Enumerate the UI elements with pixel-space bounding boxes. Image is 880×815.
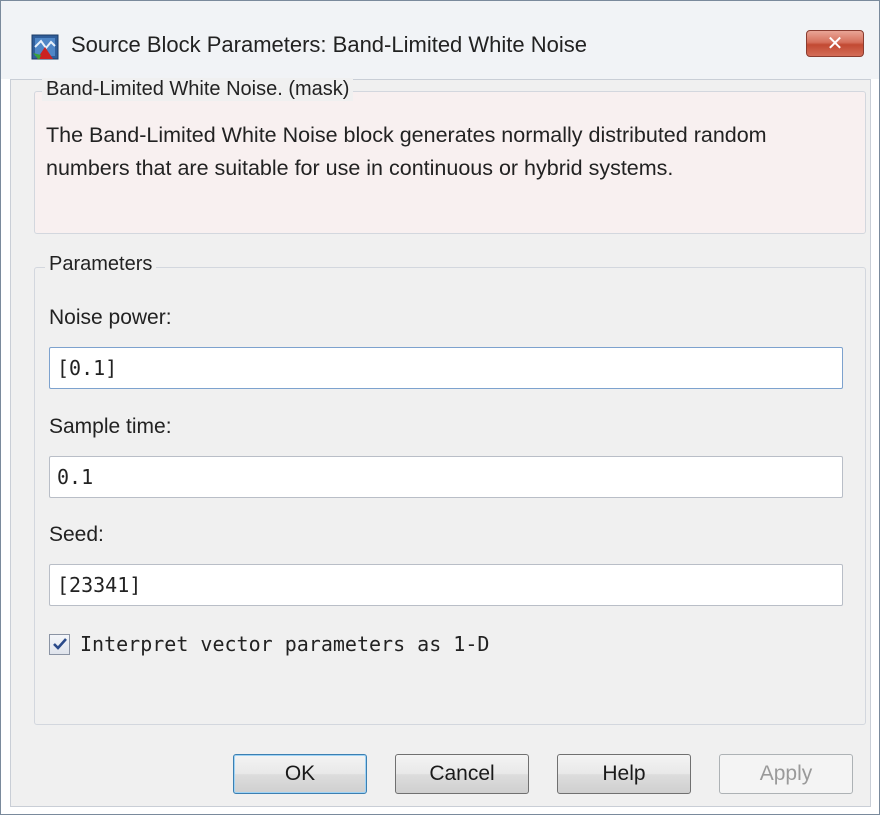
title-bar[interactable]: Source Block Parameters: Band-Limited Wh… [1,1,879,79]
noise-power-input[interactable]: [0.1] [49,347,843,389]
dialog-window: Source Block Parameters: Band-Limited Wh… [0,0,880,815]
interpret-vector-checkbox[interactable] [49,634,70,655]
checkmark-icon [53,638,67,650]
ok-button[interactable]: OK [233,754,367,794]
seed-label: Seed: [49,523,104,546]
seed-input[interactable]: [23341] [49,564,843,606]
apply-button[interactable]: Apply [719,754,853,794]
close-button[interactable]: ✕ [806,30,864,57]
close-icon: ✕ [826,31,844,55]
description-group-legend: Band-Limited White Noise. (mask) [42,78,354,101]
interpret-vector-label[interactable]: Interpret vector parameters as 1-D [80,632,489,656]
sample-time-label: Sample time: [49,415,172,438]
window-title: Source Block Parameters: Band-Limited Wh… [71,32,587,57]
sample-time-input[interactable]: 0.1 [49,456,843,498]
cancel-button[interactable]: Cancel [395,754,529,794]
block-description: The Band-Limited White Noise block gener… [46,123,767,180]
simulink-block-icon [31,33,61,61]
help-button[interactable]: Help [557,754,691,794]
noise-power-label: Noise power: [49,306,172,329]
parameters-group-legend: Parameters [45,253,157,276]
